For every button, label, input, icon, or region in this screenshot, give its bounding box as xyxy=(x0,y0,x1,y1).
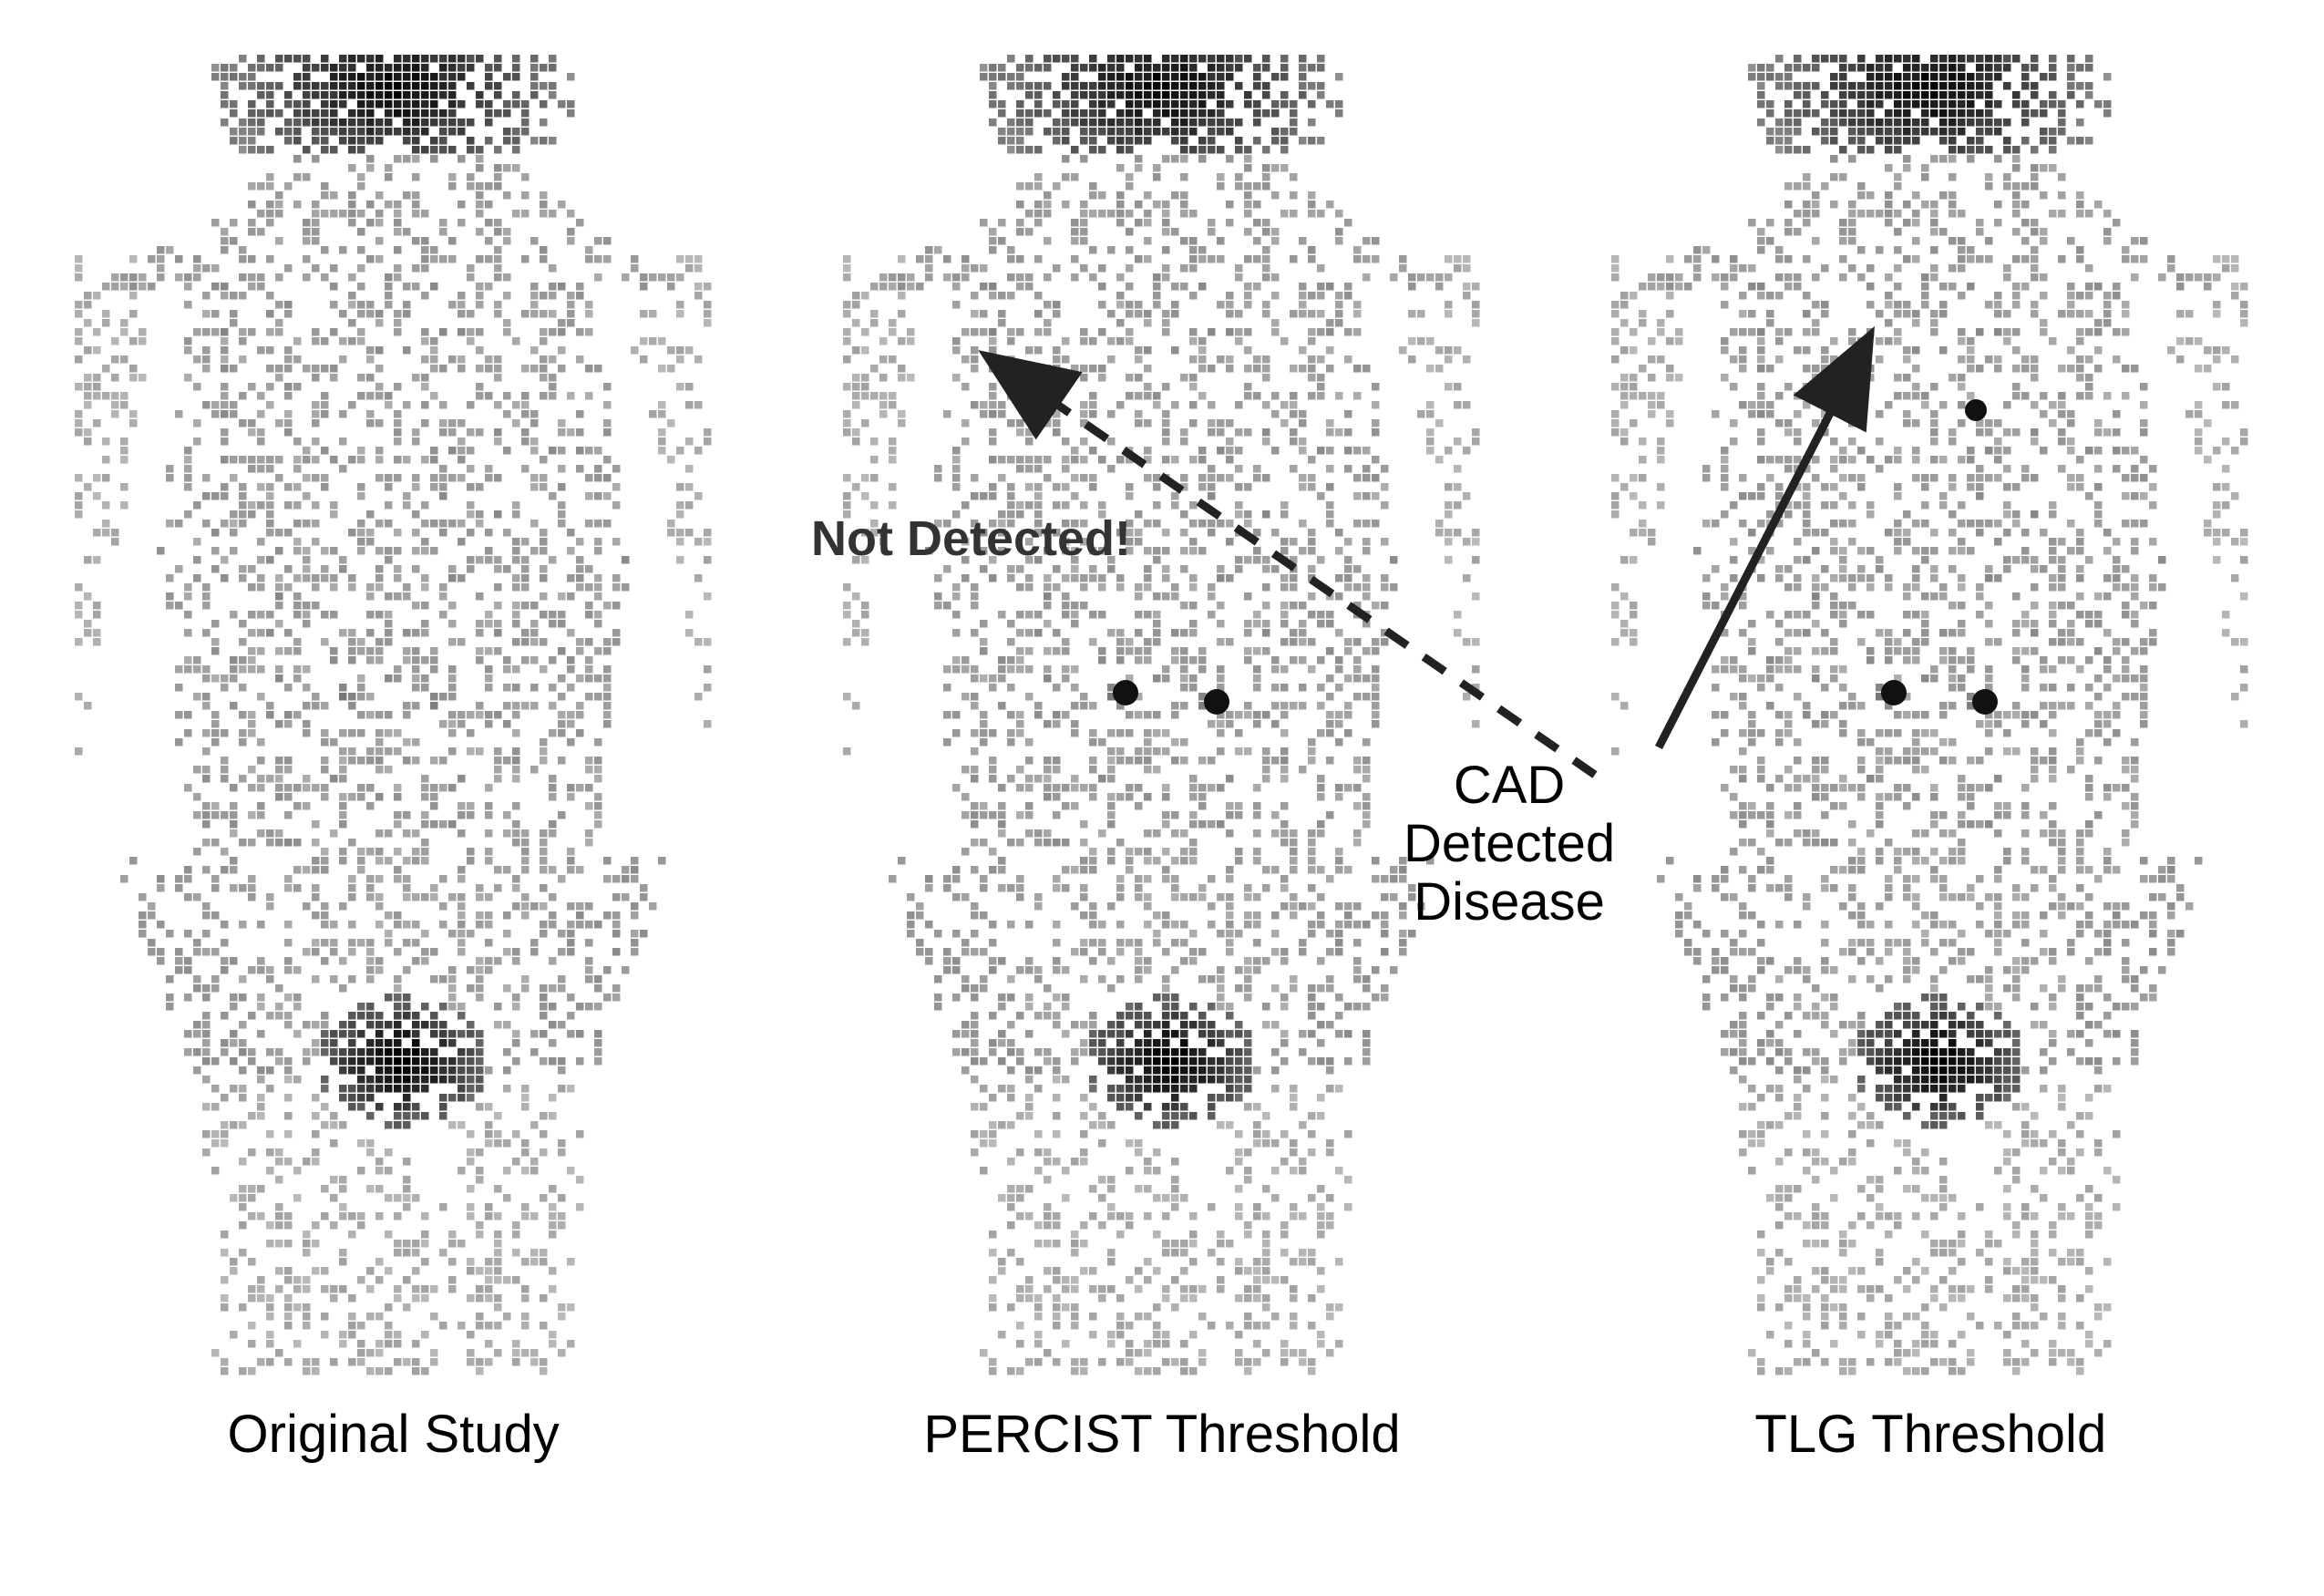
panel-original: Original Study xyxy=(36,55,750,1465)
caption-original: Original Study xyxy=(228,1404,560,1465)
scan-tlg xyxy=(1611,55,2249,1376)
scan-percist xyxy=(843,55,1481,1376)
panel-tlg: TLG Threshold xyxy=(1574,55,2288,1465)
panels-row: Original Study PERCIST Threshold TLG Thr… xyxy=(36,55,2288,1465)
caption-percist: PERCIST Threshold xyxy=(923,1404,1400,1465)
scan-original xyxy=(75,55,713,1376)
label-not-detected: Not Detected! xyxy=(811,510,1131,567)
label-cad-detected: CADDetectedDisease xyxy=(1404,757,1615,931)
caption-tlg: TLG Threshold xyxy=(1754,1404,2106,1465)
